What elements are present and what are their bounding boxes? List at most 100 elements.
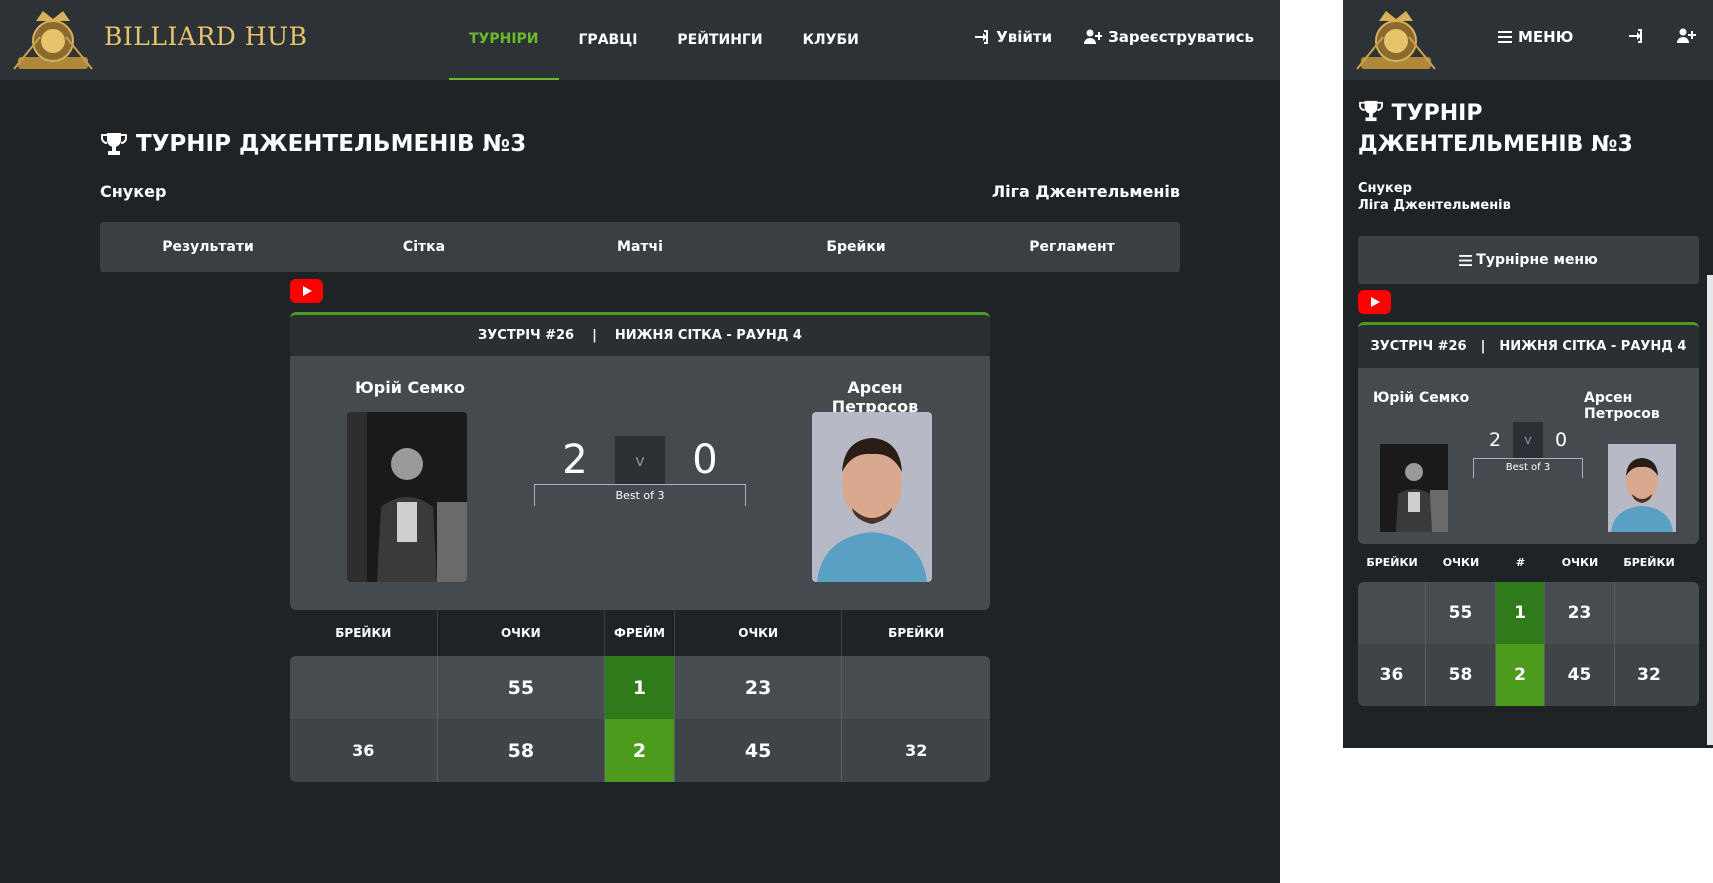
- col-frame: #: [1515, 555, 1526, 569]
- youtube-icon[interactable]: [290, 279, 323, 303]
- breaks-cell: 36: [1358, 644, 1426, 706]
- tournament-title-text: ТУРНІР ДЖЕНТЕЛЬМЕНІВ №3: [136, 131, 527, 157]
- col-breaks-2: БРЕЙКИ: [888, 626, 945, 640]
- match-separator: |: [1480, 339, 1486, 354]
- mobile-tournament-type: Снукер: [1358, 181, 1412, 196]
- nav-tournaments[interactable]: ТУРНІРИ: [449, 0, 559, 80]
- main-nav: ТУРНІРИ ГРАВЦІ РЕЙТИНГИ КЛУБИ: [449, 0, 879, 80]
- score-box: 2 v 0 Best of 3: [534, 436, 746, 506]
- mobile-match-header: ЗУСТРІЧ #26 | НИЖНЯ СІТКА - РАУНД 4: [1358, 322, 1699, 368]
- tab-bracket[interactable]: Сітка: [316, 222, 532, 272]
- frames-table: БРЕЙКИ ОЧКИ ФРЕЙМ ОЧКИ БРЕЙКИ 55 1 23 36…: [290, 610, 990, 782]
- mobile-tournament-info: Снукер Ліга Джентельменів: [1358, 180, 1511, 214]
- breaks-cell: [1358, 582, 1426, 644]
- club-logo[interactable]: [1353, 7, 1439, 73]
- tournament-tabs: Результати Сітка Матчі Брейки Регламент: [100, 222, 1180, 272]
- player1-photo[interactable]: [1380, 444, 1448, 532]
- mobile-menu-label: МЕНЮ: [1518, 28, 1574, 46]
- player1-name[interactable]: Юрій Семко: [350, 378, 470, 397]
- points-cell: 55: [1426, 582, 1496, 644]
- scrollbar[interactable]: [1707, 275, 1713, 745]
- brand-name[interactable]: BILLIARD HUB: [104, 22, 307, 51]
- breaks-cell: 36: [290, 719, 438, 782]
- user-plus-icon[interactable]: [1676, 28, 1696, 44]
- desktop-view: BILLIARD HUB ТУРНІРИ ГРАВЦІ РЕЙТИНГИ КЛУ…: [0, 0, 1280, 883]
- top-navbar: BILLIARD HUB ТУРНІРИ ГРАВЦІ РЕЙТИНГИ КЛУ…: [0, 0, 1280, 80]
- points-cell: 45: [675, 719, 843, 782]
- match-card: ЗУСТРІЧ #26 | НИЖНЯ СІТКА - РАУНД 4 Юрій…: [290, 312, 990, 610]
- points-cell: 55: [438, 656, 606, 719]
- mobile-tournament-league[interactable]: Ліга Джентельменів: [1358, 197, 1511, 214]
- frame-row: 55 1 23: [1358, 582, 1699, 644]
- col-frame: ФРЕЙМ: [605, 610, 675, 656]
- nav-clubs[interactable]: КЛУБИ: [783, 0, 879, 80]
- col-breaks-1: БРЕЙКИ: [1366, 555, 1418, 569]
- player2-photo[interactable]: [812, 412, 932, 582]
- mobile-tournament-menu-button[interactable]: Турнірне меню: [1358, 236, 1699, 284]
- club-logo[interactable]: [10, 7, 96, 73]
- auth-links: Увійти Зареєструватись: [974, 28, 1254, 46]
- col-points-1: ОЧКИ: [438, 610, 606, 656]
- mobile-match-card: ЗУСТРІЧ #26 | НИЖНЯ СІТКА - РАУНД 4 Юрій…: [1358, 322, 1699, 544]
- tab-results[interactable]: Результати: [100, 222, 316, 272]
- match-number: ЗУСТРІЧ #26: [478, 328, 575, 343]
- col-points-1: ОЧКИ: [1442, 555, 1480, 569]
- breaks-cell: [1615, 582, 1683, 644]
- points-cell: 58: [438, 719, 606, 782]
- col-breaks-2: БРЕЙКИ: [1623, 555, 1675, 569]
- tournament-type: Снукер: [100, 182, 167, 201]
- player1-photo[interactable]: [347, 412, 467, 582]
- tab-breaks[interactable]: Брейки: [748, 222, 964, 272]
- mobile-match-body: Юрій Семко 2 v 0 Best of 3 Арсен Петросо…: [1358, 368, 1699, 544]
- player2-score: 0: [1554, 429, 1568, 451]
- breaks-cell: [290, 656, 438, 719]
- vs-label: v: [615, 436, 665, 484]
- breaks-cell: [842, 656, 990, 719]
- points-cell: 23: [1545, 582, 1615, 644]
- mobile-view: МЕНЮ ТУРНІР ДЖЕНТЕЛЬМЕНІВ №3 Снукер Ліга…: [1343, 0, 1713, 748]
- frame-number-cell: 1: [1496, 582, 1545, 644]
- player2-photo[interactable]: [1608, 444, 1676, 532]
- mobile-tournament-menu-label: Турнірне меню: [1476, 252, 1598, 268]
- vs-label: v: [1513, 422, 1543, 458]
- register-label: Зареєструватись: [1108, 28, 1254, 46]
- match-body: Юрій Семко 2 v 0 Best of 3 Арсен Петросо…: [290, 356, 990, 610]
- player1-score: 2: [1488, 429, 1502, 451]
- player2-name[interactable]: Арсен Петросов: [810, 378, 940, 416]
- hamburger-icon: [1459, 254, 1473, 266]
- mobile-frames-header: БРЕЙКИ ОЧКИ # ОЧКИ БРЕЙКИ: [1358, 542, 1699, 582]
- col-breaks-1: БРЕЙКИ: [290, 610, 438, 656]
- register-link[interactable]: Зареєструватись: [1084, 28, 1254, 46]
- frame-number-cell: 1: [605, 656, 675, 719]
- youtube-icon[interactable]: [1358, 290, 1391, 314]
- frame-row: 36 58 2 45 32: [1358, 644, 1699, 706]
- points-cell: 58: [1426, 644, 1496, 706]
- player2-name[interactable]: Арсен Петросов: [1584, 390, 1699, 422]
- nav-players[interactable]: ГРАВЦІ: [559, 0, 658, 80]
- player1-name[interactable]: Юрій Семко: [1373, 390, 1469, 406]
- points-cell: 45: [1545, 644, 1615, 706]
- tab-matches[interactable]: Матчі: [532, 222, 748, 272]
- mobile-tournament-title-text: ТУРНІР ДЖЕНТЕЛЬМЕНІВ №3: [1358, 101, 1633, 157]
- login-icon[interactable]: [1628, 28, 1644, 44]
- tab-rules[interactable]: Регламент: [964, 222, 1180, 272]
- login-link[interactable]: Увійти: [974, 28, 1052, 46]
- login-label: Увійти: [996, 28, 1053, 46]
- tournament-title: ТУРНІР ДЖЕНТЕЛЬМЕНІВ №3: [100, 131, 526, 157]
- breaks-cell: 32: [1637, 665, 1661, 685]
- nav-ratings[interactable]: РЕЙТИНГИ: [657, 0, 782, 80]
- player1-score: 2: [562, 437, 588, 483]
- mobile-tournament-title: ТУРНІР ДЖЕНТЕЛЬМЕНІВ №3: [1358, 98, 1708, 160]
- best-of-label: Best of 3: [534, 484, 746, 506]
- breaks-cell: 32: [905, 741, 928, 760]
- hamburger-icon: [1498, 31, 1512, 43]
- match-number: ЗУСТРІЧ #26: [1370, 339, 1467, 354]
- mobile-menu-button[interactable]: МЕНЮ: [1498, 28, 1573, 46]
- trophy-icon: [1359, 100, 1383, 122]
- col-points-2: ОЧКИ: [1561, 555, 1599, 569]
- frame-row: 55 1 23: [290, 656, 990, 719]
- match-header: ЗУСТРІЧ #26 | НИЖНЯ СІТКА - РАУНД 4: [290, 312, 990, 356]
- tournament-league[interactable]: Ліга Джентельменів: [992, 182, 1180, 201]
- match-round: НИЖНЯ СІТКА - РАУНД 4: [614, 328, 802, 343]
- match-round: НИЖНЯ СІТКА - РАУНД 4: [1499, 339, 1687, 354]
